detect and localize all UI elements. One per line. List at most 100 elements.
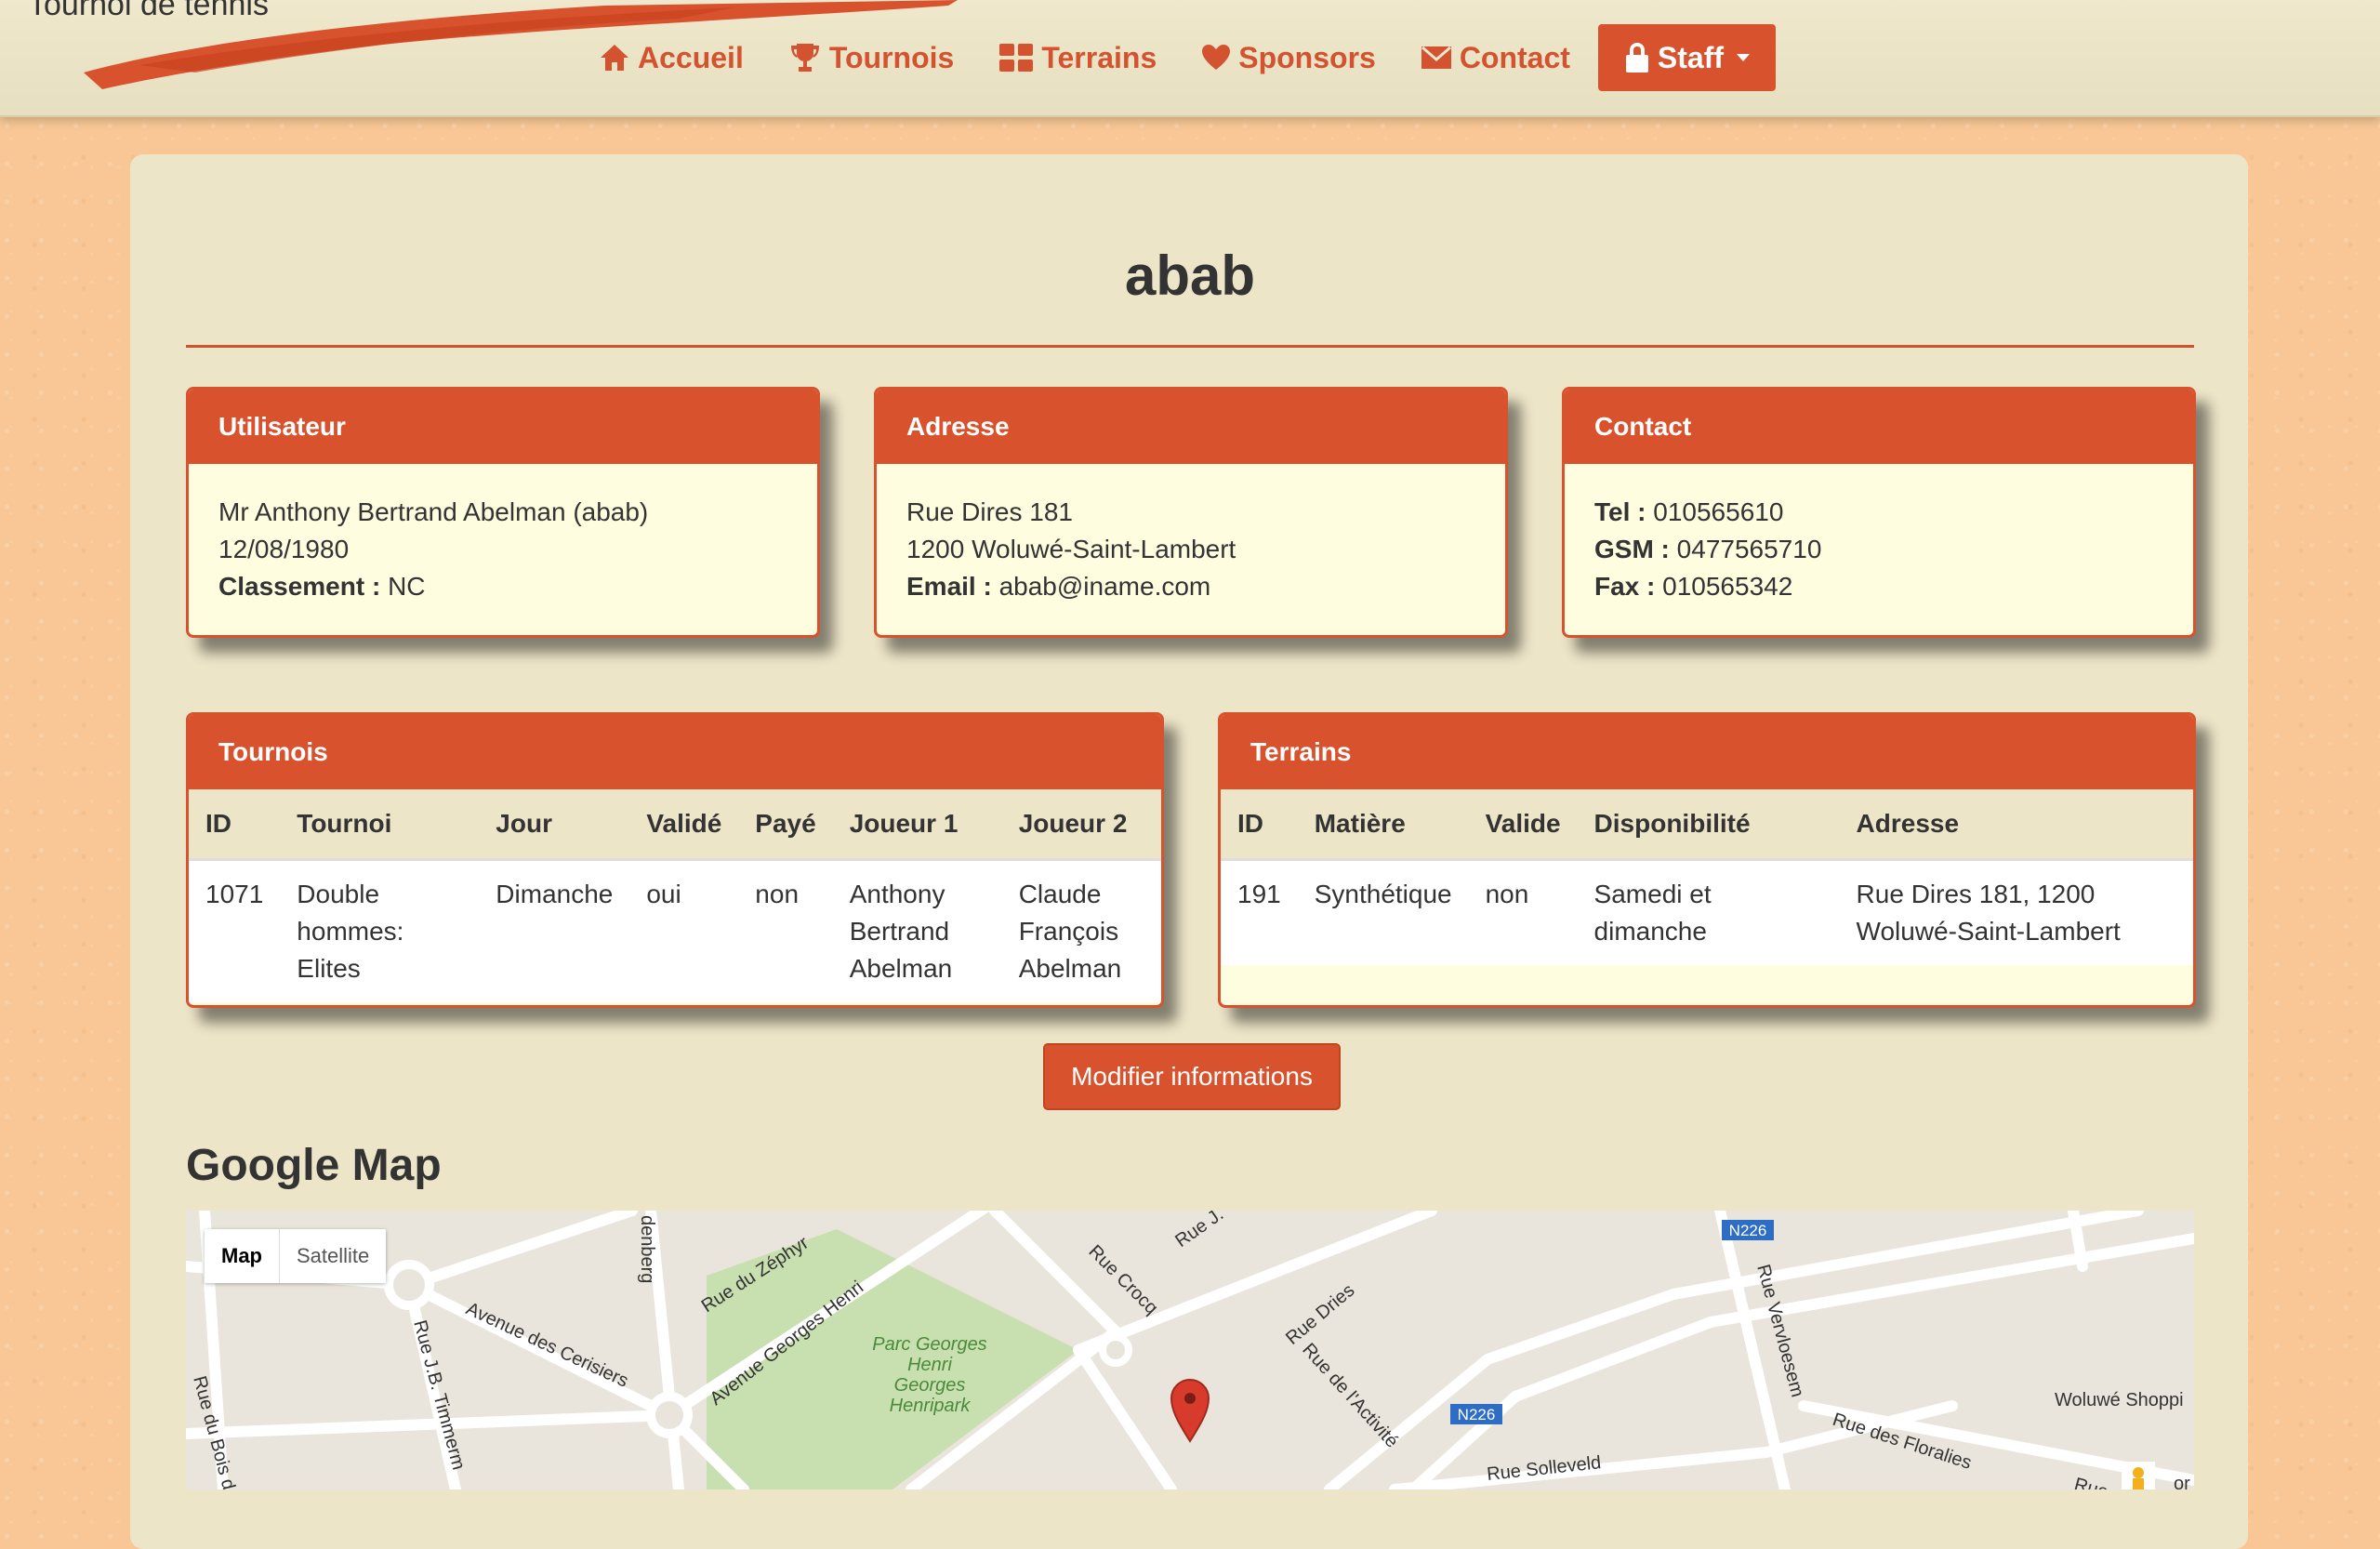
column-header: Joueur 2 <box>1001 789 1161 861</box>
table-cell: Dimanche <box>479 859 630 1002</box>
classement-value: NC <box>388 572 426 601</box>
user-fullname: Mr Anthony Bertrand Abelman (abab) <box>218 497 649 526</box>
column-header: Adresse <box>1839 789 2193 861</box>
road-shield-label: N226 <box>1729 1222 1767 1239</box>
panel-body: Rue Dires 181 1200 Woluwé-Saint-Lambert … <box>877 464 1505 635</box>
heart-icon <box>1202 45 1231 70</box>
modify-info-button[interactable]: Modifier informations <box>1043 1043 1341 1110</box>
column-header: Payé <box>738 789 833 861</box>
user-classement: Classement : NC <box>218 568 787 605</box>
tel-value: 010565610 <box>1653 497 1784 526</box>
contact-fax: Fax : 010565342 <box>1594 568 2163 605</box>
column-header: ID <box>1221 789 1298 861</box>
map-park-label: Parc Georges <box>872 1334 986 1355</box>
lock-icon <box>1625 43 1648 73</box>
panel-body: Tel : 010565610 GSM : 0477565710 Fax : 0… <box>1565 464 2193 635</box>
panel-body: Mr Anthony Bertrand Abelman (abab) 12/08… <box>189 464 817 635</box>
gsm-value: 0477565710 <box>1676 535 1822 563</box>
panel-terrains: Terrains ID Matière Valide Disponibilité… <box>1218 712 2196 1008</box>
panel-heading: Utilisateur <box>189 390 817 464</box>
table-cell: non <box>1468 859 1578 965</box>
table-header-row: ID Tournoi Jour Validé Payé Joueur 1 Jou… <box>189 789 1161 861</box>
brand-logo-text[interactable]: Tournoi de tennis <box>28 0 269 23</box>
email-value: abab@iname.com <box>998 572 1211 601</box>
map-park-label: Henripark <box>890 1396 972 1416</box>
table-row: 191 Synthétique non Samedi et dimanche R… <box>1221 859 2193 965</box>
map-title: Google Map <box>186 1141 442 1190</box>
address-email: Email : abab@iname.com <box>906 568 1475 605</box>
map-park-label: Henri <box>907 1355 952 1375</box>
column-header: Validé <box>629 789 739 861</box>
email-label: Email : <box>906 572 992 601</box>
address-city: 1200 Woluwé-Saint-Lambert <box>906 535 1236 563</box>
table-cell: Double hommes: Elites <box>280 859 480 1002</box>
panel-heading: Adresse <box>877 390 1505 464</box>
nav-item-label: Tournois <box>828 40 955 74</box>
google-map[interactable]: Rue du Zéphyr Avenue des Cerisiers Avenu… <box>186 1211 2194 1489</box>
road-shield: N226 <box>1450 1404 1502 1424</box>
nav-item-accueil[interactable]: Accueil <box>576 24 766 91</box>
terrains-table: ID Matière Valide Disponibilité Adresse … <box>1221 789 2193 965</box>
nav-item-sponsors[interactable]: Sponsors <box>1179 24 1398 91</box>
grid-icon <box>999 44 1034 72</box>
column-header: Jour <box>479 789 630 861</box>
column-header: Joueur 1 <box>832 789 1002 861</box>
map-type-control: Map Satellite <box>205 1229 387 1283</box>
title-divider <box>186 345 2194 348</box>
column-header: ID <box>189 789 281 861</box>
content-container: abab Utilisateur Mr Anthony Bertrand Abe… <box>130 154 2248 1549</box>
panel-heading: Tournois <box>189 715 1161 789</box>
table-cell: non <box>738 859 833 1002</box>
user-birthdate: 12/08/1980 <box>218 535 350 563</box>
map-type-satellite-button[interactable]: Satellite <box>280 1229 386 1283</box>
panel-utilisateur: Utilisateur Mr Anthony Bertrand Abelman … <box>186 387 820 638</box>
nav-item-label: Terrains <box>1041 40 1157 74</box>
tournois-table: ID Tournoi Jour Validé Payé Joueur 1 Jou… <box>189 789 1161 1002</box>
road-shield-label: N226 <box>1458 1406 1496 1423</box>
table-cell: Samedi et dimanche <box>1577 859 1840 965</box>
address-street: Rue Dires 181 <box>906 497 1073 526</box>
column-header: Disponibilité <box>1577 789 1840 861</box>
nav-item-tournois[interactable]: Tournois <box>766 24 977 91</box>
column-header: Tournoi <box>280 789 480 861</box>
classement-label: Classement : <box>218 572 381 601</box>
gsm-label: GSM : <box>1594 535 1670 563</box>
panel-heading: Contact <box>1565 390 2193 464</box>
pegman-icon[interactable] <box>2122 1462 2155 1489</box>
navbar: Tournoi de tennis Accueil Tournois Terra… <box>0 0 2380 117</box>
map-label: or <box>2174 1474 2190 1489</box>
table-cell: Claude François Abelman <box>1001 859 1161 1002</box>
envelope-icon <box>1421 46 1451 69</box>
map-label: denberg <box>637 1215 657 1283</box>
contact-tel: Tel : 010565610 <box>1594 494 2163 531</box>
road-shield: N226 <box>1722 1220 1774 1240</box>
tel-label: Tel : <box>1594 497 1646 526</box>
nav-item-label: Staff <box>1657 40 1725 74</box>
map-label: Woluwé Shoppi <box>2055 1390 2184 1410</box>
table-row: 1071 Double hommes: Elites Dimanche oui … <box>189 859 1161 1002</box>
table-header-row: ID Matière Valide Disponibilité Adresse <box>1221 789 2193 861</box>
table-cell: oui <box>629 859 739 1002</box>
column-header: Matière <box>1297 789 1469 861</box>
fax-value: 010565342 <box>1662 572 1793 601</box>
nav-item-label: Contact <box>1459 40 1570 74</box>
chevron-down-icon <box>1737 54 1751 61</box>
nav-item-label: Sponsors <box>1238 40 1376 74</box>
nav-item-staff[interactable]: Staff <box>1597 24 1777 91</box>
map-type-map-button[interactable]: Map <box>205 1229 280 1283</box>
main-nav: Accueil Tournois Terrains Sponsors Conta… <box>576 24 1777 115</box>
fax-label: Fax : <box>1594 572 1656 601</box>
panel-contact: Contact Tel : 010565610 GSM : 0477565710… <box>1562 387 2196 638</box>
table-cell: Rue Dires 181, 1200 Woluwé-Saint-Lambert <box>1839 859 2193 965</box>
nav-item-contact[interactable]: Contact <box>1398 24 1593 91</box>
map-park-label: Georges <box>894 1375 966 1396</box>
table-cell: Synthétique <box>1297 859 1469 965</box>
nav-item-terrains[interactable]: Terrains <box>976 24 1179 91</box>
page-title: abab <box>1124 245 1256 307</box>
map-canvas[interactable]: Rue du Zéphyr Avenue des Cerisiers Avenu… <box>186 1211 2194 1489</box>
panel-heading: Terrains <box>1221 715 2193 789</box>
trophy-icon <box>790 44 819 72</box>
table-cell: Anthony Bertrand Abelman <box>832 859 1002 1002</box>
panel-adresse: Adresse Rue Dires 181 1200 Woluwé-Saint-… <box>874 387 1508 638</box>
nav-item-label: Accueil <box>638 40 744 74</box>
